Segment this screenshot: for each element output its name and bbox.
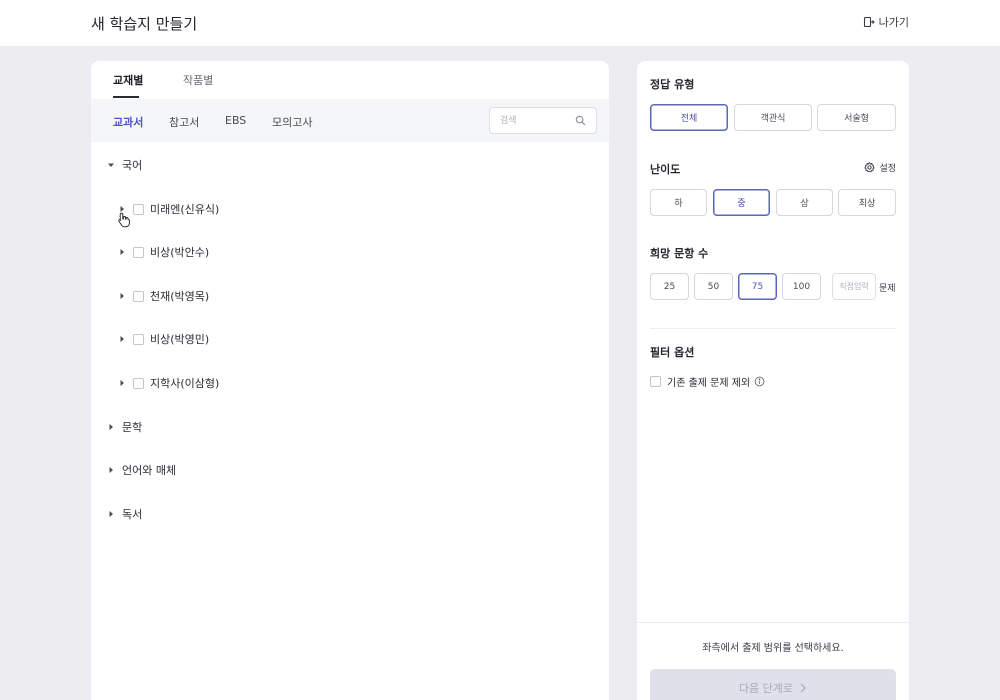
count-unit-label: 문제 [879,284,896,294]
tree-item-checkbox[interactable] [133,203,144,215]
count-50-button[interactable]: 50 [694,273,733,300]
active-tab-indicator [113,96,139,98]
question-count-title: 희망 문항 수 [650,247,709,260]
exit-button-label: 나가기 [878,16,909,29]
next-step-button[interactable]: 다음 단계로 [650,669,896,700]
next-step-label: 다음 단계로 [738,682,794,695]
search-box [489,107,597,134]
count-25-button[interactable]: 25 [650,273,689,300]
tree-item-label: 미래엔(신유식) [150,203,220,216]
caret-down-icon[interactable] [106,160,116,170]
tree-item-textbook[interactable]: 미래엔(신유식) [117,201,219,217]
tree-node-literature[interactable]: 문학 [106,419,142,435]
tree-node-label: 언어와 매체 [122,464,177,477]
sub-tab-mock-exam[interactable]: 모의고사 [272,114,312,130]
tab-by-work[interactable]: 작품별 [183,72,213,88]
gear-icon [864,162,876,173]
difficulty-title: 난이도 [650,163,681,176]
answer-type-all-button[interactable]: 전체 [650,104,728,131]
caret-right-icon[interactable] [106,509,116,519]
tree-item-checkbox[interactable] [133,333,144,345]
difficulty-high-button[interactable]: 상 [776,189,833,216]
caret-right-icon[interactable] [117,291,127,301]
count-75-button[interactable]: 75 [738,273,777,300]
tree-item-textbook[interactable]: 비상(박영민) [117,331,209,347]
caret-right-icon[interactable] [117,247,127,257]
answer-type-descriptive-button[interactable]: 서술형 [817,104,896,131]
exclude-previous-checkbox[interactable] [650,376,661,387]
search-icon[interactable] [575,115,586,126]
sub-tab-ebs[interactable]: EBS [225,114,246,127]
caret-right-icon[interactable] [117,334,127,344]
tree-item-textbook[interactable]: 천재(박영목) [117,288,209,304]
section-divider [650,328,896,329]
main-tabs: 교재별 작품별 [91,61,609,99]
tree-item-textbook[interactable]: 지학사(이삼형) [117,375,219,391]
count-100-button[interactable]: 100 [782,273,821,300]
answer-type-objective-button[interactable]: 객관식 [734,104,812,131]
exit-button[interactable]: 나가기 [863,14,909,30]
exclude-previous-option[interactable]: 기존 출제 문제 제외 [650,374,765,389]
top-bar: 새 학습지 만들기 나가기 [0,0,1000,46]
info-icon[interactable] [754,376,765,387]
exclude-previous-label: 기존 출제 문제 제외 [667,378,751,389]
settings-label: 설정 [879,164,896,174]
tree-item-checkbox[interactable] [133,290,144,302]
tree-item-label: 지학사(이삼형) [150,377,220,390]
tree-node-label: 독서 [122,508,143,521]
tree-node-korean[interactable]: 국어 [106,157,142,173]
tree-node-label: 문학 [122,421,143,434]
tree-item-label: 비상(박영민) [150,333,210,346]
sub-tab-bar: 교과서 참고서 EBS 모의고사 [91,99,609,142]
exit-icon [863,16,875,28]
footer-instruction: 좌측에서 출제 범위를 선택하세요. [702,643,844,654]
tree-item-checkbox[interactable] [133,377,144,389]
caret-right-icon[interactable] [106,422,116,432]
options-panel: 정답 유형 전체 객관식 서술형 난이도 설정 하 중 상 최상 희망 문항 수… [637,61,909,700]
hand-cursor-icon [118,212,130,228]
sub-tab-reference[interactable]: 참고서 [169,114,199,130]
chevron-right-icon [800,683,806,693]
caret-right-icon[interactable] [106,465,116,475]
tree-item-label: 천재(박영목) [150,290,210,303]
tree-node-language-media[interactable]: 언어와 매체 [106,462,176,478]
caret-right-icon[interactable] [117,378,127,388]
tab-by-textbook[interactable]: 교재별 [113,72,143,88]
tree-item-label: 비상(박안수) [150,246,210,259]
sub-tab-textbook[interactable]: 교과서 [113,114,143,130]
tree-node-label: 국어 [122,159,143,172]
search-input[interactable] [500,113,570,128]
difficulty-highest-button[interactable]: 최상 [838,189,896,216]
difficulty-medium-button[interactable]: 중 [713,189,770,216]
page-title: 새 학습지 만들기 [91,15,198,33]
direct-count-input[interactable] [832,273,876,300]
footer-divider [637,622,909,623]
tree-item-checkbox[interactable] [133,246,144,258]
answer-type-title: 정답 유형 [650,78,695,91]
difficulty-low-button[interactable]: 하 [650,189,707,216]
tree-node-reading[interactable]: 독서 [106,506,142,522]
difficulty-settings-button[interactable]: 설정 [864,161,896,174]
filter-options-title: 필터 옵션 [650,346,695,359]
tree-item-textbook[interactable]: 비상(박안수) [117,244,209,260]
